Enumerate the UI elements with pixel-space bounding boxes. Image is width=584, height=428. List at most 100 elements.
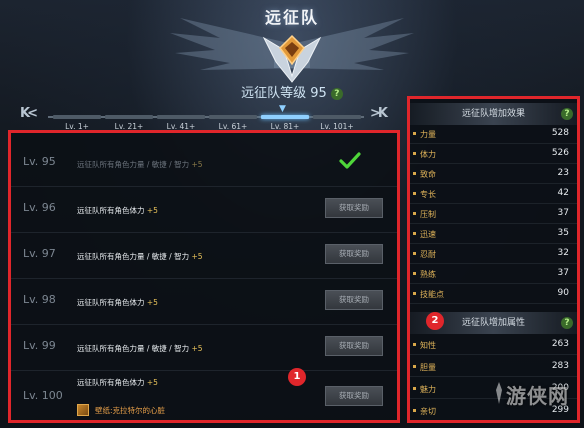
stat-name: 技能点 bbox=[420, 290, 444, 299]
stat-value: 263 bbox=[551, 339, 569, 349]
bullet-icon bbox=[413, 232, 416, 235]
claim-reward-button[interactable]: 获取奖励 bbox=[325, 290, 383, 310]
page-title: 远征队 bbox=[264, 8, 319, 27]
reward-desc-text: 远征队所有角色力量 / 敏捷 / 智力 bbox=[77, 344, 190, 353]
stat-value: 90 bbox=[557, 288, 569, 298]
claim-reward-button[interactable]: 获取奖励 bbox=[325, 336, 383, 356]
reward-level: Lv. 97 bbox=[23, 247, 56, 260]
reward-row-95: Lv. 95 远征队所有角色力量 / 敏捷 / 智力 +5 bbox=[11, 141, 397, 187]
reward-desc-text: 远征队所有角色体力 bbox=[77, 378, 145, 387]
stat-value: 42 bbox=[557, 188, 569, 198]
reward-row-97: Lv. 97 远征队所有角色力量 / 敏捷 / 智力 +5 获取奖励 bbox=[11, 233, 397, 279]
reward-bonus: +5 bbox=[146, 378, 158, 387]
claimed-check-icon bbox=[339, 152, 361, 169]
stat-name: 压制 bbox=[420, 210, 436, 219]
tier-segment-1[interactable] bbox=[53, 115, 101, 119]
tier-navigation: K< ▼ Lv. 1+ Lv. 21+ Lv. 41+ Lv. 61+ Lv. … bbox=[20, 104, 400, 131]
bullet-icon bbox=[413, 409, 416, 412]
stat-row: 知性 263 bbox=[410, 335, 577, 355]
bullet-icon bbox=[413, 272, 416, 275]
stat-name: 熟练 bbox=[420, 270, 436, 279]
bullet-icon bbox=[413, 212, 416, 215]
reward-level: Lv. 99 bbox=[23, 339, 56, 352]
stat-name: 胆量 bbox=[420, 363, 436, 372]
bullet-icon bbox=[413, 152, 416, 155]
reward-description: 远征队所有角色力量 / 敏捷 / 智力 +5 bbox=[77, 159, 203, 170]
reward-row-100: Lv. 100 远征队所有角色体力 +5 壁纸:克拉特尔的心脏 获取奖励 bbox=[11, 371, 397, 420]
bullet-icon bbox=[413, 387, 416, 390]
stat-value: 37 bbox=[557, 268, 569, 278]
stat-name: 忍耐 bbox=[420, 250, 436, 259]
bullet-icon bbox=[413, 365, 416, 368]
tier-segment-101[interactable] bbox=[313, 115, 361, 119]
current-tier-marker-icon: ▼ bbox=[279, 104, 286, 114]
stat-value: 35 bbox=[557, 228, 569, 238]
attributes-title: 远征队增加属性 bbox=[461, 318, 525, 328]
reward-row-98: Lv. 98 远征队所有角色体力 +5 获取奖励 bbox=[11, 279, 397, 325]
stat-row: 专长 42 bbox=[410, 184, 577, 204]
reward-row-96: Lv. 96 远征队所有角色体力 +5 获取奖励 bbox=[11, 187, 397, 233]
reward-level: Lv. 98 bbox=[23, 293, 56, 306]
reward-bonus: +5 bbox=[146, 206, 158, 215]
reward-bonus: +5 bbox=[146, 298, 158, 307]
stat-name: 迅速 bbox=[420, 230, 436, 239]
reward-level: Lv. 96 bbox=[23, 201, 56, 214]
tier-segment-81[interactable] bbox=[261, 115, 309, 119]
reward-item[interactable]: 壁纸:克拉特尔的心脏 bbox=[77, 403, 165, 417]
effects-title: 远征队增加效果 bbox=[461, 109, 525, 119]
stat-row: 体力 526 bbox=[410, 144, 577, 164]
stat-value: 37 bbox=[557, 208, 569, 218]
prev-tier-button[interactable]: K< bbox=[20, 106, 38, 121]
bullet-icon bbox=[413, 292, 416, 295]
next-tier-button[interactable]: >K bbox=[370, 106, 388, 121]
reward-description: 远征队所有角色体力 +5 bbox=[77, 205, 158, 216]
annotation-badge-1: 1 bbox=[288, 368, 306, 386]
reward-bonus: +5 bbox=[191, 252, 203, 261]
reward-description: 远征队所有角色体力 +5 bbox=[77, 377, 158, 388]
bullet-icon bbox=[413, 252, 416, 255]
reward-desc-text: 远征队所有角色力量 / 敏捷 / 智力 bbox=[77, 160, 190, 169]
tier-segment-41[interactable] bbox=[157, 115, 205, 119]
reward-description: 远征队所有角色力量 / 敏捷 / 智力 +5 bbox=[77, 343, 203, 354]
stat-name: 亲切 bbox=[420, 407, 436, 416]
stat-name: 魅力 bbox=[420, 385, 436, 394]
bullet-icon bbox=[413, 192, 416, 195]
stat-name: 致命 bbox=[420, 170, 436, 179]
expedition-emblem-icon bbox=[262, 34, 322, 83]
reward-bonus: +5 bbox=[191, 344, 203, 353]
stat-row: 熟练 37 bbox=[410, 264, 577, 284]
reward-item-name: 壁纸:克拉特尔的心脏 bbox=[95, 405, 166, 415]
stat-row: 技能点 90 bbox=[410, 284, 577, 304]
reward-description: 远征队所有角色体力 +5 bbox=[77, 297, 158, 308]
claim-reward-button[interactable]: 获取奖励 bbox=[325, 198, 383, 218]
stat-row: 胆量 283 bbox=[410, 357, 577, 377]
tier-segment-61[interactable] bbox=[209, 115, 257, 119]
reward-desc-text: 远征队所有角色体力 bbox=[77, 206, 145, 215]
stat-row: 力量 528 bbox=[410, 124, 577, 144]
claim-reward-button[interactable]: 获取奖励 bbox=[325, 386, 383, 406]
level-help-icon[interactable]: ? bbox=[330, 87, 343, 100]
effects-help-icon[interactable]: ? bbox=[561, 108, 573, 120]
reward-desc-text: 远征队所有角色力量 / 敏捷 / 智力 bbox=[77, 252, 190, 261]
level-rewards-panel: Lv. 95 远征队所有角色力量 / 敏捷 / 智力 +5 Lv. 96 远征队… bbox=[8, 130, 400, 423]
stat-value: 283 bbox=[551, 361, 569, 371]
watermark-logo-icon bbox=[496, 382, 502, 404]
stat-row: 迅速 35 bbox=[410, 224, 577, 244]
reward-bonus: +5 bbox=[191, 160, 203, 169]
expedition-level-text: 远征队等级 95 bbox=[241, 86, 327, 101]
watermark-text: 游侠网 bbox=[506, 384, 569, 408]
expedition-stats-panel: 远征队增加效果 ? 力量 528 体力 526 致命 23 专长 42 压制 3… bbox=[407, 96, 580, 423]
reward-desc-text: 远征队所有角色体力 bbox=[77, 298, 145, 307]
claim-reward-button[interactable]: 获取奖励 bbox=[325, 244, 383, 264]
tier-segment-21[interactable] bbox=[105, 115, 153, 119]
stat-value: 528 bbox=[551, 128, 569, 138]
stat-row: 压制 37 bbox=[410, 204, 577, 224]
attributes-help-icon[interactable]: ? bbox=[561, 317, 573, 329]
stat-value: 526 bbox=[551, 148, 569, 158]
reward-level: Lv. 100 bbox=[23, 389, 63, 402]
stat-name: 体力 bbox=[420, 150, 436, 159]
wallpaper-item-icon bbox=[77, 404, 89, 416]
effects-header: 远征队增加效果 ? bbox=[410, 103, 577, 125]
stat-name: 知性 bbox=[420, 341, 436, 350]
bullet-icon bbox=[413, 172, 416, 175]
